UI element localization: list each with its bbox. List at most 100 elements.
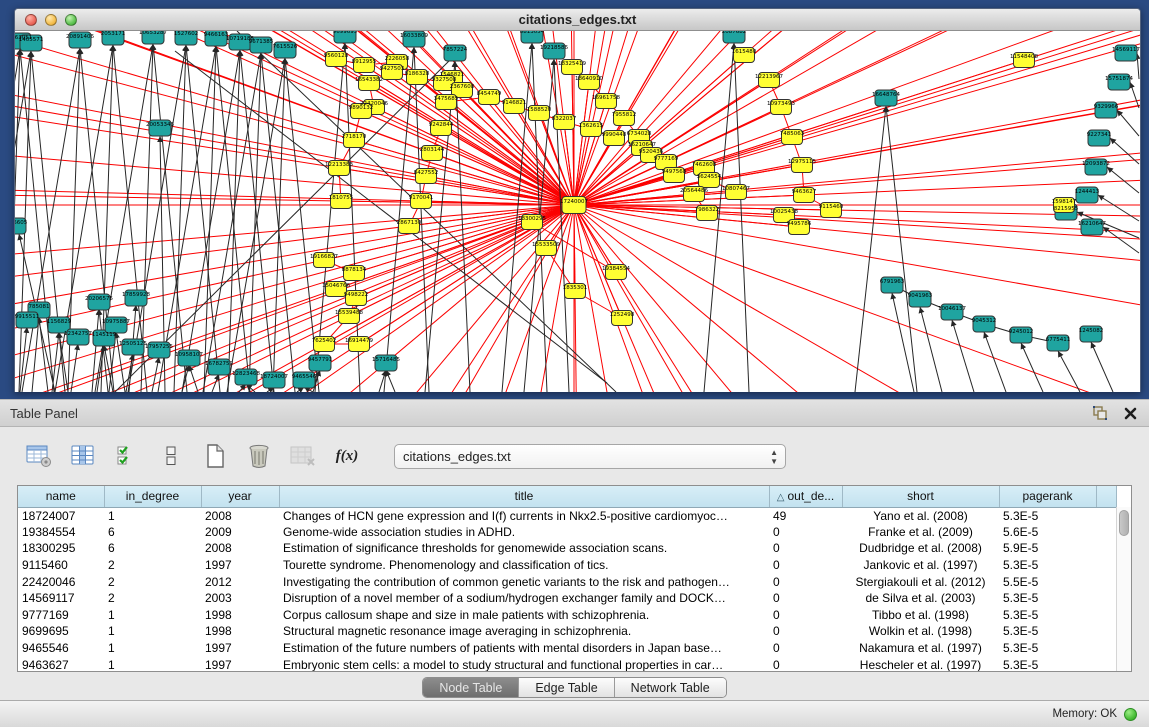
column-header-name[interactable]: name <box>18 486 104 507</box>
float-panel-icon[interactable] <box>1091 405 1109 421</box>
svg-text:2087682: 2087682 <box>722 31 747 35</box>
column-visibility-button[interactable] <box>68 442 98 470</box>
table-toolbar: f(x) citations_edges.txt ▲▼ <box>0 427 1149 477</box>
function-builder-button[interactable]: f(x) <box>332 442 362 470</box>
svg-text:2053171: 2053171 <box>101 31 126 37</box>
cell-short: Wolkin et al. (1998) <box>842 623 999 640</box>
svg-text:10975887: 10975887 <box>102 319 130 325</box>
vertical-scrollbar[interactable] <box>1116 507 1131 671</box>
table-settings-button[interactable] <box>24 442 54 470</box>
svg-text:16210647: 16210647 <box>628 142 656 148</box>
svg-text:12342757: 12342757 <box>64 331 92 337</box>
svg-text:1615480: 1615480 <box>732 49 757 55</box>
column-header-_filler[interactable] <box>1096 486 1116 507</box>
svg-text:9041963: 9041963 <box>908 293 933 299</box>
table-row[interactable]: 1830029562008Estimation of significance … <box>18 540 1116 557</box>
svg-text:7462608: 7462608 <box>692 162 717 168</box>
delete-button[interactable] <box>244 442 274 470</box>
close-panel-icon[interactable] <box>1121 405 1139 421</box>
column-header-short[interactable]: short <box>842 486 999 507</box>
svg-text:1252498: 1252498 <box>610 312 635 318</box>
row-selection-button[interactable] <box>112 442 142 470</box>
svg-text:8813054: 8813054 <box>520 31 545 35</box>
column-header-out_degree[interactable]: △out_de... <box>769 486 842 507</box>
table-row[interactable]: 2242004622012Investigating the contribut… <box>18 573 1116 590</box>
svg-text:1244413: 1244413 <box>1075 189 1100 195</box>
svg-text:10958107: 10958107 <box>175 352 203 358</box>
window-title: citations_edges.txt <box>519 12 637 27</box>
svg-text:9498222: 9498222 <box>344 292 369 298</box>
table-row[interactable]: 1456911722003Disruption of a novel membe… <box>18 590 1116 607</box>
cell-year: 2003 <box>201 590 279 607</box>
cell-year: 1998 <box>201 607 279 624</box>
zoom-window-button[interactable] <box>65 14 77 26</box>
svg-text:9520436: 9520436 <box>639 149 664 155</box>
node-table[interactable]: namein_degreeyeartitle△out_de...shortpag… <box>17 485 1132 672</box>
svg-text:6734028: 6734028 <box>627 131 652 137</box>
cell-pagerank: 5.6E-5 <box>999 524 1096 541</box>
svg-text:9915511: 9915511 <box>15 314 39 320</box>
network-window[interactable]: citations_edges.txt 20630511405571208914… <box>14 8 1141 392</box>
cell-name: 9699695 <box>18 623 104 640</box>
cell-year: 2009 <box>201 524 279 541</box>
window-titlebar[interactable]: citations_edges.txt <box>15 9 1140 31</box>
svg-text:7955812: 7955812 <box>612 112 637 118</box>
status-bar: Memory: OK <box>0 700 1149 727</box>
scrollbar-thumb[interactable] <box>1119 510 1129 536</box>
table-selector-dropdown[interactable]: citations_edges.txt ▲▼ <box>394 444 786 469</box>
tab-node-table[interactable]: Node Table <box>423 678 519 697</box>
minimize-window-button[interactable] <box>45 14 57 26</box>
tab-edge-table[interactable]: Edge Table <box>519 678 614 697</box>
svg-text:3624554: 3624554 <box>697 174 722 180</box>
svg-text:2803144: 2803144 <box>420 147 445 153</box>
svg-text:9777169: 9777169 <box>654 156 679 162</box>
table-row[interactable]: 977716911998Corpus callosum shape and si… <box>18 607 1116 624</box>
svg-text:12213967: 12213967 <box>755 74 783 80</box>
svg-text:19166827: 19166827 <box>310 254 338 260</box>
new-file-button[interactable] <box>200 442 230 470</box>
cell-out_degree: 0 <box>769 540 842 557</box>
svg-text:19218586: 19218586 <box>540 45 568 51</box>
table-row[interactable]: 1872400712008Changes of HCN gene express… <box>18 507 1116 524</box>
svg-text:9671385: 9671385 <box>249 39 274 45</box>
dropdown-arrows-icon: ▲▼ <box>770 448 778 466</box>
table-row[interactable]: 946362711997Embryonic stem cells: a mode… <box>18 656 1116 672</box>
table-row[interactable]: 969969511998Structural magnetic resonanc… <box>18 623 1116 640</box>
svg-text:20891406: 20891406 <box>66 34 94 40</box>
close-window-button[interactable] <box>25 14 37 26</box>
cell-year: 1997 <box>201 656 279 672</box>
column-header-pagerank[interactable]: pagerank <box>999 486 1096 507</box>
column-header-year[interactable]: year <box>201 486 279 507</box>
svg-text:8454749: 8454749 <box>477 91 502 97</box>
svg-text:9427503: 9427503 <box>380 66 405 72</box>
cell-out_degree: 0 <box>769 656 842 672</box>
svg-text:1588520: 1588520 <box>527 107 552 113</box>
svg-text:9170041: 9170041 <box>409 195 434 201</box>
fx-label: f(x) <box>336 448 359 465</box>
network-canvas[interactable]: 2063051140557120891406205317110653287152… <box>15 31 1140 392</box>
rows-button[interactable] <box>156 442 186 470</box>
column-header-in_degree[interactable]: in_degree <box>104 486 201 507</box>
cell-in_degree: 2 <box>104 573 201 590</box>
svg-text:9242844: 9242844 <box>429 122 454 128</box>
svg-text:9466163: 9466163 <box>204 32 229 38</box>
network-view[interactable]: 2063051140557120891406205317110653287152… <box>15 31 1140 392</box>
svg-text:17859928: 17859928 <box>122 292 150 298</box>
cell-_filler <box>1096 640 1116 657</box>
svg-text:18325419: 18325419 <box>558 61 586 67</box>
tab-network-table[interactable]: Network Table <box>615 678 726 697</box>
svg-text:1598147: 1598147 <box>1052 199 1077 205</box>
table-row[interactable]: 1938455462009Genome-wide association stu… <box>18 524 1116 541</box>
column-header-title[interactable]: title <box>279 486 769 507</box>
svg-text:10653287: 10653287 <box>139 31 167 36</box>
svg-text:12823468: 12823468 <box>232 371 260 377</box>
table-row[interactable]: 911546021997Tourette syndrome. Phenomeno… <box>18 557 1116 574</box>
cell-name: 18724007 <box>18 507 104 524</box>
cell-name: 9465546 <box>18 640 104 657</box>
table-row[interactable]: 946554611997Estimation of the future num… <box>18 640 1116 657</box>
cell-year: 2012 <box>201 573 279 590</box>
cell-in_degree: 1 <box>104 623 201 640</box>
cell-out_degree: 0 <box>769 607 842 624</box>
cell-in_degree: 2 <box>104 557 201 574</box>
svg-text:16782759: 16782759 <box>205 361 233 367</box>
